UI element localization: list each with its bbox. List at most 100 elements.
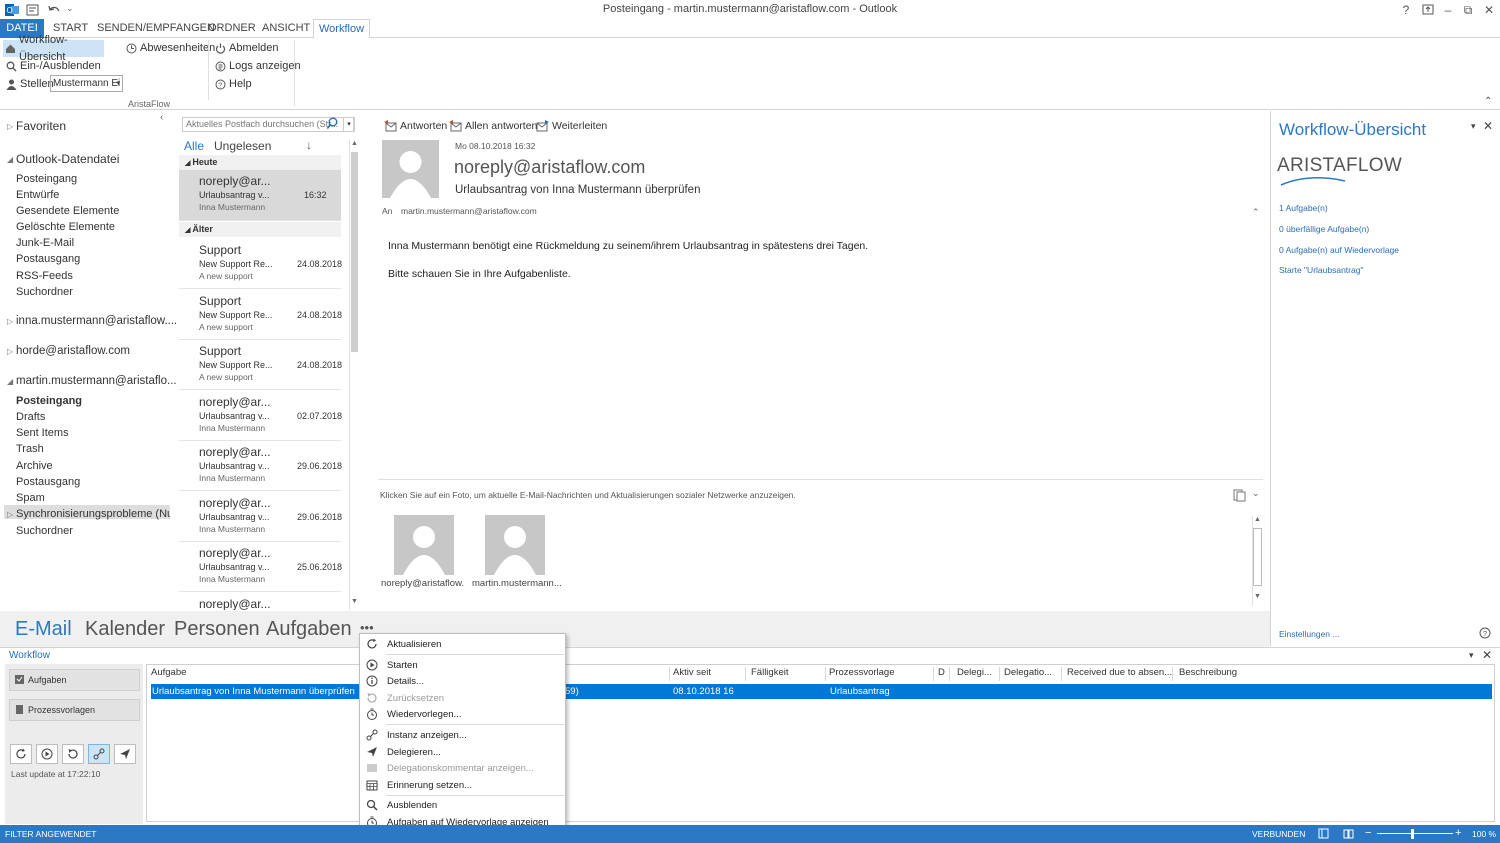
menu-item-wiedervorlegen[interactable]: Wiedervorlegen... xyxy=(360,706,565,722)
taskpane-dropdown-icon[interactable]: ▾ xyxy=(1471,121,1476,132)
column-header-aktiv-seit[interactable]: Aktiv seit xyxy=(673,667,711,678)
info-icon[interactable]: ? xyxy=(1479,627,1491,639)
menu-item-erinnerung[interactable]: Erinnerung setzen... xyxy=(360,777,565,793)
refresh-button[interactable] xyxy=(10,744,32,764)
list-item[interactable]: noreply@ar... Urlaubsantrag v... 16:32 I… xyxy=(179,170,341,221)
reply-button[interactable]: Antworten xyxy=(384,120,447,132)
column-separator[interactable] xyxy=(1172,667,1173,681)
column-header-d[interactable]: D xyxy=(938,667,945,678)
close-icon[interactable]: ✕ xyxy=(1482,648,1492,662)
scroll-up-icon[interactable]: ▲ xyxy=(1254,516,1261,523)
menu-item-ausblenden[interactable]: Ausblenden xyxy=(360,797,565,813)
list-item[interactable]: noreply@ar... Urlaubsantrag v... 25.06.2… xyxy=(179,542,342,592)
link-start-process[interactable]: Starte "Urlaubsantrag" xyxy=(1279,265,1363,275)
expand-arrow-icon[interactable]: ▷ xyxy=(7,317,13,326)
expand-arrow-icon[interactable]: ▷ xyxy=(7,510,13,519)
nav-item-postausgang2[interactable]: Postausgang xyxy=(16,474,80,490)
normal-view-icon[interactable] xyxy=(1318,828,1329,839)
message-list-scrollbar[interactable]: ▲ ▼ xyxy=(349,140,359,610)
search-icon[interactable] xyxy=(326,117,339,130)
menu-item-instanz[interactable]: Instanz anzeigen... xyxy=(360,727,565,743)
tasks-button[interactable]: Aufgaben xyxy=(9,669,140,691)
zoom-out-button[interactable]: − xyxy=(1365,827,1371,839)
nav-item-sync[interactable]: Synchronisierungsprobleme (Nur d... xyxy=(16,506,170,522)
instance-button[interactable] xyxy=(88,744,110,764)
zoom-slider-thumb[interactable] xyxy=(1411,829,1414,839)
column-header-aufgabe[interactable]: Aufgabe xyxy=(151,667,186,678)
help-icon[interactable]: ? xyxy=(1395,1,1417,19)
menu-item-delegieren[interactable]: Delegieren... xyxy=(360,744,565,760)
person-avatar[interactable] xyxy=(485,515,545,575)
column-header-received[interactable]: Received due to absen... xyxy=(1067,667,1172,678)
nav-account-inna[interactable]: inna.mustermann@aristaflow.... xyxy=(16,312,177,330)
panel-dropdown-icon[interactable]: ▾ xyxy=(1469,650,1474,661)
nav-favoriten[interactable]: Favoriten xyxy=(16,117,66,135)
close-icon[interactable]: ✕ xyxy=(1483,119,1493,133)
people-pane-icon[interactable] xyxy=(1233,489,1246,502)
nav-datafile[interactable]: Outlook-Datendatei xyxy=(16,150,119,168)
expand-arrow-icon[interactable]: ▷ xyxy=(7,122,13,131)
group-header-older[interactable]: ◢ Älter xyxy=(179,222,341,237)
tab-ordner[interactable]: ORDNER xyxy=(208,19,256,38)
list-item[interactable]: noreply@ar... Urlaubsantrag v... 29.06.2… xyxy=(179,492,342,542)
nav-item-entwuerfe[interactable]: Entwürfe xyxy=(16,187,59,203)
collapse-arrow-icon[interactable]: ◢ xyxy=(7,155,13,164)
list-item[interactable]: Support New Support Re... 24.08.2018 A n… xyxy=(179,340,342,390)
nav-module-mail[interactable]: E-Mail xyxy=(15,618,72,641)
person-name[interactable]: noreply@aristaflow. xyxy=(381,578,464,589)
column-separator[interactable] xyxy=(745,667,746,681)
minimize-button[interactable]: – xyxy=(1437,1,1459,19)
delegate-button[interactable] xyxy=(114,744,136,764)
menu-item-starten[interactable]: Starten xyxy=(360,657,565,673)
scroll-up-icon[interactable]: ▲ xyxy=(351,140,358,147)
column-separator[interactable] xyxy=(999,667,1000,681)
column-header-prozessvorlage[interactable]: Prozessvorlage xyxy=(829,667,894,678)
link-settings[interactable]: Einstellungen ... xyxy=(1279,629,1339,639)
maximize-button[interactable]: ⧉ xyxy=(1457,1,1479,19)
nav-item-posteingang[interactable]: Posteingang xyxy=(16,171,77,187)
start-button[interactable] xyxy=(36,744,58,764)
nav-item-postausgang[interactable]: Postausgang xyxy=(16,251,80,267)
list-item[interactable]: Support New Support Re... 24.08.2018 A n… xyxy=(179,290,342,340)
nav-item-posteingang-selected[interactable]: Posteingang xyxy=(16,393,82,409)
filter-unread[interactable]: Ungelesen xyxy=(214,139,271,153)
scroll-thumb[interactable] xyxy=(351,152,358,352)
nav-module-calendar[interactable]: Kalender xyxy=(85,618,165,641)
reset-button[interactable] xyxy=(62,744,84,764)
expand-people-pane-icon[interactable]: ⌄ xyxy=(1252,488,1260,499)
link-resubmission[interactable]: 0 Aufgabe(n) auf Wiedervorlage xyxy=(1279,245,1399,255)
nav-item-spam[interactable]: Spam xyxy=(16,490,45,506)
collapse-header-icon[interactable]: ⌃ xyxy=(1252,207,1260,218)
search-scope-dropdown[interactable]: ▾ xyxy=(343,117,355,132)
nav-item-suchordner2[interactable]: Suchordner xyxy=(16,523,73,539)
menu-item-details[interactable]: Details... xyxy=(360,673,565,689)
abmelden-button[interactable]: Abmelden xyxy=(214,40,279,57)
reply-all-button[interactable]: Allen antworten xyxy=(449,120,537,132)
nav-module-people[interactable]: Personen xyxy=(174,618,260,641)
zoom-in-button[interactable]: + xyxy=(1455,827,1461,839)
logs-button[interactable]: Logs anzeigen xyxy=(214,58,301,75)
close-window-button[interactable]: ✕ xyxy=(1478,1,1500,19)
menu-item-aktualisieren[interactable]: Aktualisieren xyxy=(360,636,565,652)
workflow-overview-button[interactable]: Workflow-Übersicht xyxy=(3,34,104,63)
scroll-down-icon[interactable]: ▼ xyxy=(1254,593,1261,600)
reading-view-icon[interactable] xyxy=(1343,828,1354,839)
help-button[interactable]: ? Help xyxy=(214,76,252,93)
list-item[interactable]: noreply@ar... Urlaubsantrag v... 02.07.2… xyxy=(179,391,342,441)
forward-button[interactable]: Weiterleiten xyxy=(536,120,607,132)
ribbon-display-icon[interactable] xyxy=(1417,1,1439,19)
scroll-thumb[interactable] xyxy=(1253,528,1262,586)
nav-item-sent[interactable]: Sent Items xyxy=(16,425,69,441)
column-separator[interactable] xyxy=(933,667,934,681)
nav-item-drafts[interactable]: Drafts xyxy=(16,409,45,425)
filter-all[interactable]: Alle xyxy=(184,139,204,153)
nav-module-tasks[interactable]: Aufgaben xyxy=(266,618,352,641)
group-header-today[interactable]: ◢ Heute xyxy=(179,155,341,170)
scroll-down-icon[interactable]: ▼ xyxy=(351,598,358,605)
nav-item-trash[interactable]: Trash xyxy=(16,441,44,457)
nav-account-horde[interactable]: horde@aristaflow.com xyxy=(16,342,130,360)
nav-item-geloeschte[interactable]: Gelöschte Elemente xyxy=(16,219,115,235)
column-header-delegi[interactable]: Delegi... xyxy=(957,667,992,678)
column-separator[interactable] xyxy=(669,667,670,681)
tab-workflow[interactable]: Workflow xyxy=(313,19,370,39)
